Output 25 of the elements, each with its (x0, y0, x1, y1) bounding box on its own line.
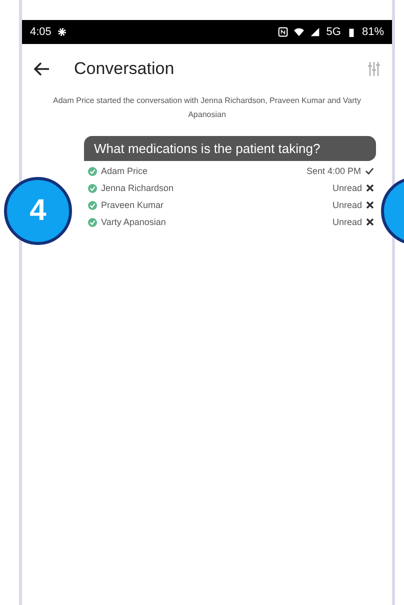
check-circle-icon (88, 166, 97, 176)
read-status: Unread (332, 200, 362, 210)
battery-icon (346, 28, 356, 36)
nfc-icon (278, 27, 288, 37)
wifi-icon (294, 27, 304, 37)
read-status: Sent 4:00 PM (306, 166, 361, 176)
check-circle-icon (88, 218, 97, 226)
gear-icon (57, 27, 68, 37)
network-label: 5G (326, 26, 341, 38)
read-status: Unread (332, 217, 362, 227)
check-circle-icon (88, 184, 97, 192)
recipient-name: Praveen Kumar (101, 200, 165, 210)
back-icon[interactable] (34, 62, 50, 76)
message-bubble: What medications is the patient taking? (84, 136, 376, 161)
sliders-icon[interactable] (368, 61, 380, 77)
recipient-name: Varty Apanosian (101, 217, 167, 227)
battery-percent: 81% (362, 26, 384, 38)
recipient-name: Adam Price (101, 166, 149, 176)
recipient-name: Jenna Richardson (101, 183, 175, 193)
page-title: Conversation (74, 59, 176, 79)
status-time: 4:05 (30, 26, 52, 38)
read-status: Unread (332, 183, 362, 193)
signal-icon (310, 27, 320, 37)
check-circle-icon (88, 200, 97, 210)
conversation-note: Adam Price started the conversation with Jenna Richardson, Praveen Kumar and Varty Apanosian (52, 95, 362, 121)
